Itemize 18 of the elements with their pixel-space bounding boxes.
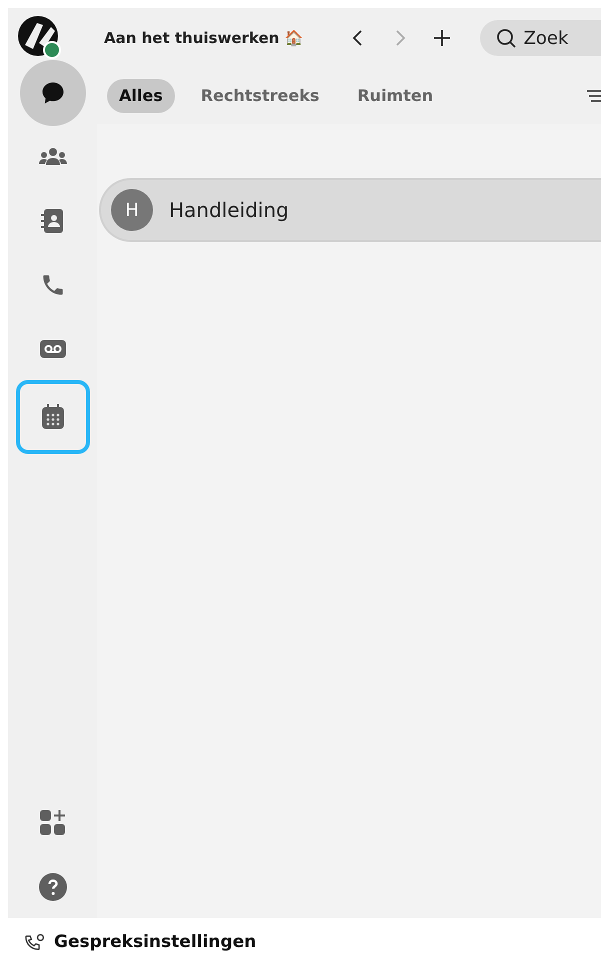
space-name: Handleiding — [169, 197, 289, 224]
call-settings-link[interactable]: Gespreksinstellingen — [24, 930, 256, 956]
add-app-icon — [38, 809, 66, 837]
filter-tab[interactable]: Ruimten — [345, 79, 446, 113]
calendar-icon — [40, 404, 64, 430]
filter-tab[interactable]: Alles — [107, 79, 175, 113]
filter-icon[interactable] — [587, 88, 601, 104]
phone-gear-icon — [24, 932, 46, 953]
people-icon — [38, 147, 66, 167]
avatar-icon[interactable] — [17, 15, 63, 61]
help-icon — [38, 873, 66, 901]
voicemail-icon — [40, 340, 66, 358]
space-avatar: H — [111, 189, 153, 231]
status-title[interactable]: Aan het thuiswerken 🏠 — [104, 26, 304, 50]
search-field[interactable]: Zoek — [480, 20, 601, 56]
space-item[interactable]: H Handleiding — [99, 178, 601, 242]
filter-tab[interactable]: Rechtstreeks — [188, 79, 332, 113]
address-book-icon — [40, 208, 64, 234]
